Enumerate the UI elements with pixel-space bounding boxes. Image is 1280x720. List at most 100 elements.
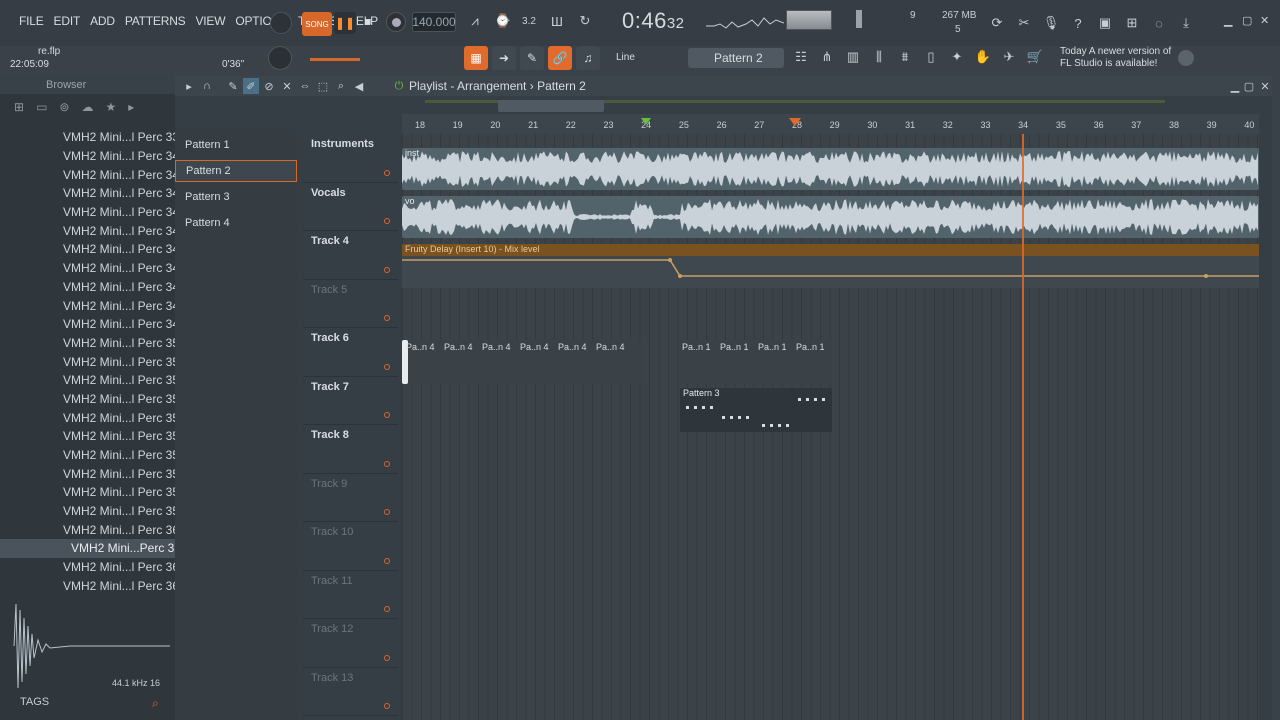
browser-folder-icon[interactable]: ▭ — [36, 100, 47, 114]
stop-button[interactable]: ■ — [360, 14, 376, 30]
menu-patterns[interactable]: PATTERNS — [120, 14, 191, 28]
browser-item[interactable]: VMH2 Mini...l Perc 353 — [0, 390, 186, 409]
link-icon[interactable]: 🔗 — [548, 46, 572, 70]
news-panel[interactable]: Today A newer version of FL Studio is av… — [1060, 46, 1171, 70]
browser-item[interactable]: VMH2 Mini...l Perc 354 — [0, 408, 186, 427]
close-icon[interactable]: ✕ — [1260, 14, 1269, 27]
browser-item[interactable]: VMH2 Mini...l Perc 345 — [0, 240, 186, 259]
pattern-picker-item[interactable]: Pattern 1 — [175, 134, 297, 156]
pattern-clip-label[interactable]: Pa..n 4 — [596, 342, 625, 352]
piano-roll-icon[interactable]: ▦ — [464, 46, 488, 70]
loop-record-icon[interactable]: ↻ — [574, 10, 596, 32]
menu-file[interactable]: FILE — [14, 14, 49, 28]
refresh-icon[interactable]: ⟳ — [986, 12, 1008, 34]
pattern-clip-label[interactable]: Pa..n 1 — [796, 342, 825, 352]
power-knob-icon[interactable] — [270, 12, 292, 34]
scroll-thumb[interactable] — [498, 100, 604, 112]
track-header[interactable]: Track 4 — [303, 231, 398, 280]
pattern-select[interactable]: Pattern 2 — [688, 48, 784, 68]
track-record-led[interactable] — [384, 703, 390, 709]
track-record-led[interactable] — [384, 363, 390, 370]
browser-item[interactable]: VMH2 Mini...l Perc 341 — [0, 165, 186, 184]
track-header[interactable]: Track 12 — [303, 619, 398, 668]
track-header[interactable]: Track 6 — [303, 328, 398, 377]
pattern-picker-item[interactable]: Pattern 4 — [175, 212, 297, 234]
channel-icon[interactable]: ⩩ — [894, 46, 916, 68]
browser-item[interactable]: VMH2 Mini...l Perc 357 — [0, 464, 186, 483]
zoom-tool-icon[interactable]: ⌕ — [333, 78, 349, 94]
pattern-clip-label[interactable]: Pa..n 1 — [758, 342, 787, 352]
browser-item[interactable]: VMH2 Mini...l Perc 362 — [0, 558, 186, 577]
browser-item[interactable]: VMH2 Mini...l Perc 344 — [0, 221, 186, 240]
channel-rack-icon[interactable]: ▥ — [842, 46, 864, 68]
minimize-icon[interactable]: ▁ — [1224, 14, 1232, 27]
playhead-marker[interactable] — [789, 118, 801, 126]
browser-title[interactable]: Browser — [0, 76, 175, 94]
browser-item[interactable]: VMH2 Mini...Perc 361 — [0, 539, 188, 558]
paint-tool-icon[interactable]: ✐ — [243, 78, 259, 94]
magnet-icon[interactable]: ∩ — [199, 78, 215, 94]
arrow-right-icon[interactable]: ➜ — [492, 46, 516, 70]
track-header[interactable]: Track 10 — [303, 522, 398, 571]
bell-icon[interactable]: ♫ — [576, 46, 600, 70]
master-pitch-slider[interactable] — [310, 58, 360, 61]
news-globe-icon[interactable] — [1178, 50, 1194, 66]
step-edit-icon[interactable]: Ш — [546, 10, 568, 32]
browser-item[interactable]: VMH2 Mini...l Perc 358 — [0, 483, 186, 502]
playlist-icon[interactable]: ☷ — [790, 46, 812, 68]
shop-icon[interactable]: 🛒 — [1024, 46, 1046, 68]
browser-item[interactable]: VMH2 Mini...l Perc 359 — [0, 502, 186, 521]
pattern-clip-label[interactable]: Pa..n 4 — [482, 342, 511, 352]
track-record-led[interactable] — [384, 266, 390, 273]
track-header[interactable]: Track 7 — [303, 377, 398, 425]
browser-item[interactable]: VMH2 Mini...l Perc 352 — [0, 371, 186, 390]
select-tool-icon[interactable]: ⬚ — [315, 78, 331, 94]
browser-item[interactable]: VMH2 Mini...l Perc 356 — [0, 446, 186, 465]
tags-label[interactable]: TAGS — [20, 696, 49, 708]
delete-tool-icon[interactable]: ⊘ — [261, 78, 277, 94]
browser-item[interactable]: VMH2 Mini...l Perc 343 — [0, 203, 186, 222]
browser-item[interactable]: VMH2 Mini...l Perc 349 — [0, 315, 186, 334]
playlist-status-icon[interactable]: ⏻ — [391, 78, 407, 94]
playlist-maximize-icon[interactable]: ▢ — [1241, 78, 1257, 94]
browser-item[interactable]: VMH2 Mini...l Perc 363 — [0, 577, 186, 596]
browser-item[interactable]: VMH2 Mini...l Perc 360 — [0, 520, 186, 539]
track-record-led[interactable] — [384, 654, 390, 661]
track-header[interactable]: Track 13 — [303, 668, 398, 716]
pattern-clip-label[interactable]: Pa..n 1 — [682, 342, 711, 352]
playback-tool-icon[interactable]: ◀ — [351, 78, 367, 94]
save-icon[interactable]: ▣ — [1094, 12, 1116, 34]
track-record-led[interactable] — [384, 606, 390, 612]
microphone-icon[interactable]: 🎙 — [1040, 12, 1062, 34]
automation-clip-delay[interactable]: Fruity Delay (Insert 10) - Mix level — [402, 244, 1259, 288]
metronome-icon[interactable]: ⩘ — [464, 10, 486, 32]
tag-search-icon[interactable]: ⌕ — [152, 696, 159, 711]
song-mode-toggle[interactable]: SONG — [302, 12, 332, 36]
slip-tool-icon[interactable]: ⇔ — [297, 78, 313, 94]
browser-star-icon[interactable]: ★ — [105, 100, 116, 114]
browser-item[interactable]: VMH2 Mini...l Perc 347 — [0, 278, 186, 297]
tempo-display[interactable]: 140.000 — [412, 12, 456, 32]
pattern-clip-label[interactable]: Pa..n 4 — [444, 342, 473, 352]
track-record-led[interactable] — [384, 460, 390, 467]
audio-clip-vocals[interactable]: vo — [402, 196, 1259, 238]
touch-keyboard-icon[interactable]: ✋ — [972, 46, 994, 68]
master-volume-knob[interactable] — [268, 46, 292, 70]
tempo-tapper-icon[interactable]: ✈ — [998, 46, 1020, 68]
piano-roll-window-icon[interactable]: ⋔ — [816, 46, 838, 68]
pattern-clip-label[interactable]: Pa..n 4 — [520, 342, 549, 352]
track-header[interactable]: Track 9 — [303, 474, 398, 522]
plugin-icon[interactable]: ⊞ — [1121, 12, 1143, 34]
menu-edit[interactable]: EDIT — [49, 14, 86, 28]
timeline-ruler[interactable]: 18 19 20 21 22 23 24 25 26 27 28 29 30 31 32 33 34 35 36 37… — [402, 114, 1259, 134]
pattern-clip-label[interactable]: Pa..n 1 — [720, 342, 749, 352]
download-icon[interactable]: ⤓ — [1175, 12, 1197, 34]
track-header[interactable]: Vocals — [303, 183, 398, 231]
audio-clip-inst[interactable]: inst — [402, 148, 1259, 190]
track-header[interactable]: Track 8 — [303, 425, 398, 474]
track-header[interactable]: Track 11 — [303, 571, 398, 619]
pattern-picker-item[interactable]: Pattern 3 — [175, 186, 297, 208]
maximize-icon[interactable]: ▢ — [1242, 14, 1252, 27]
browser-item[interactable]: VMH2 Mini...l Perc 355 — [0, 427, 186, 446]
pattern-clip-3[interactable]: Pattern 3 — [680, 388, 832, 432]
